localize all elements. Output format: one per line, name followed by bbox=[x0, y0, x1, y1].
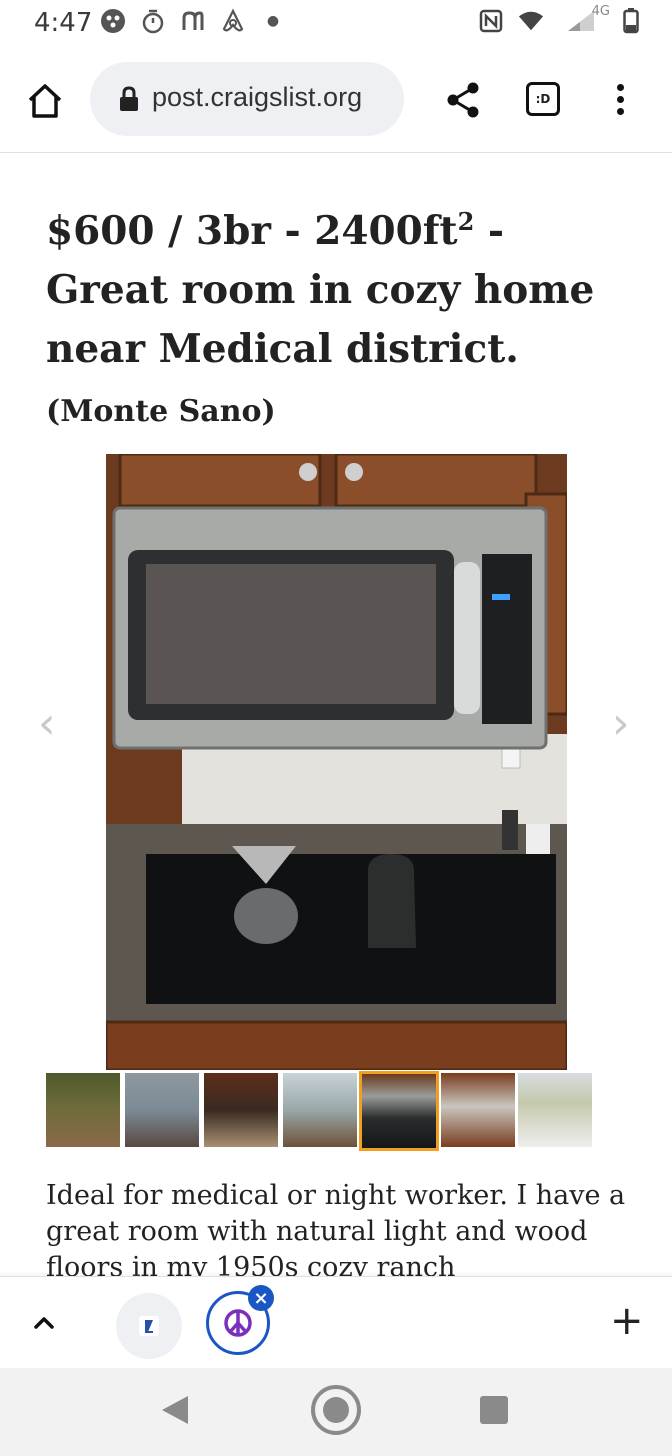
post-area: (Monte Sano) bbox=[46, 394, 276, 429]
home-circle-icon bbox=[311, 1385, 361, 1435]
post-title: $600 / 3br - 2400ft2 - Great room in coz… bbox=[46, 192, 636, 441]
nav-back-button[interactable] bbox=[160, 1394, 190, 1426]
kitchen-photo-illustration bbox=[106, 454, 567, 1070]
lock-icon bbox=[120, 86, 138, 111]
thumbnail-1[interactable] bbox=[46, 1073, 120, 1147]
airbnb-icon bbox=[220, 8, 246, 34]
battery-icon bbox=[618, 8, 644, 34]
wifi-icon bbox=[518, 8, 544, 34]
collapse-tabs-button[interactable] bbox=[30, 1309, 58, 1337]
home-icon bbox=[28, 84, 62, 118]
thumbnail-6[interactable] bbox=[441, 1073, 515, 1147]
signal-icon: 4G bbox=[558, 4, 610, 34]
ovr-icon bbox=[100, 8, 126, 34]
more-icon bbox=[616, 84, 624, 91]
previous-photo-button[interactable]: ‹ bbox=[38, 698, 56, 749]
url-text: post.craigslist.org bbox=[152, 82, 363, 112]
dot-icon: ● bbox=[266, 13, 280, 29]
status-time: 4:47 bbox=[34, 8, 93, 38]
new-tab-button[interactable]: + bbox=[610, 1301, 644, 1341]
bottom-tab-strip: × + bbox=[0, 1276, 672, 1369]
post-title-superscript: 2 bbox=[457, 207, 475, 236]
tabs-button[interactable]: :D bbox=[526, 82, 560, 116]
home-button[interactable] bbox=[24, 80, 66, 122]
post-body-text: Ideal for medical or night worker. I hav… bbox=[46, 1180, 626, 1283]
next-photo-button[interactable]: › bbox=[612, 698, 630, 749]
main-listing-photo[interactable] bbox=[106, 454, 567, 1070]
chevron-up-icon bbox=[34, 1317, 54, 1329]
post-title-price: $600 / 3br - 2400ft bbox=[46, 208, 458, 254]
recents-icon[interactable] bbox=[480, 1396, 508, 1424]
thumbnail-5-selected[interactable] bbox=[359, 1071, 439, 1151]
peace-sign-icon bbox=[224, 1309, 252, 1337]
more-menu-button[interactable] bbox=[608, 80, 632, 120]
share-button[interactable] bbox=[444, 80, 482, 120]
system-navigation-bar bbox=[0, 1368, 672, 1456]
tab-favicon-icon bbox=[139, 1316, 159, 1336]
share-icon bbox=[447, 82, 479, 118]
n-app-icon bbox=[180, 8, 206, 34]
thumbnail-7[interactable] bbox=[518, 1073, 592, 1147]
stopwatch-icon bbox=[140, 8, 166, 34]
back-icon bbox=[162, 1396, 188, 1424]
status-system-icons: 4G bbox=[478, 4, 644, 34]
nav-home-button[interactable] bbox=[310, 1384, 362, 1436]
network-type-label: 4G bbox=[591, 4, 610, 19]
thumbnail-2[interactable] bbox=[125, 1073, 199, 1147]
tab-thumbnail-1[interactable] bbox=[116, 1293, 182, 1359]
nfc-icon bbox=[478, 8, 504, 34]
thumbnail-4[interactable] bbox=[283, 1073, 357, 1147]
close-tab-button[interactable]: × bbox=[248, 1285, 274, 1311]
status-notification-icons: ● bbox=[100, 8, 286, 34]
url-bar[interactable]: post.craigslist.org bbox=[90, 62, 404, 136]
photo-thumbnail-strip bbox=[46, 1071, 606, 1151]
browser-toolbar: post.craigslist.org :D bbox=[0, 52, 672, 153]
status-bar: 4:47 ● 4G bbox=[0, 0, 672, 50]
thumbnail-3[interactable] bbox=[204, 1073, 278, 1147]
